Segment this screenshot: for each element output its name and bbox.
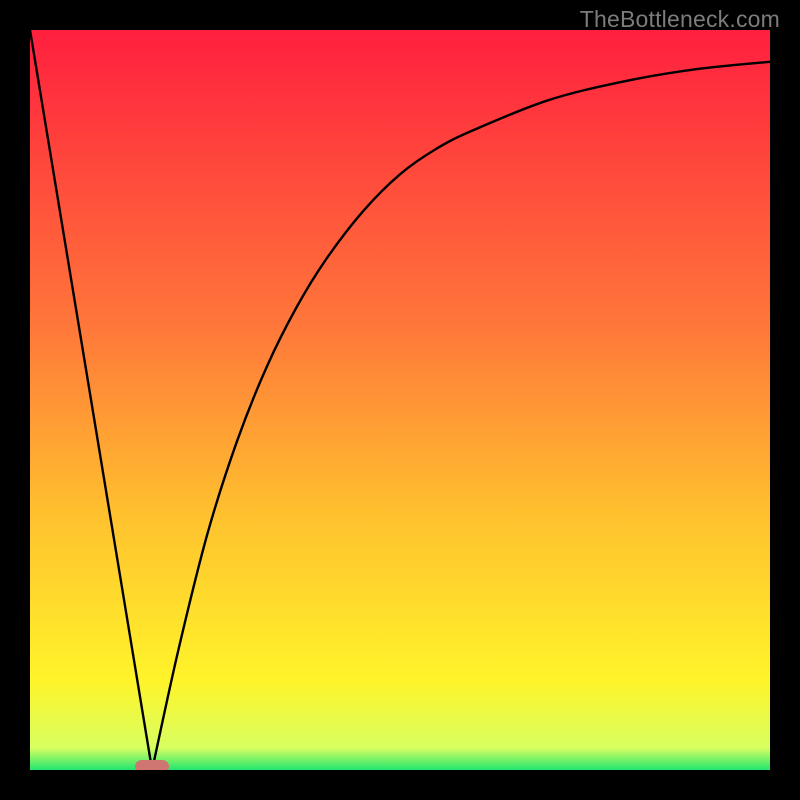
bottleneck-curve (30, 30, 770, 770)
chart-frame: TheBottleneck.com (0, 0, 800, 800)
plot-area (30, 30, 770, 770)
watermark-text: TheBottleneck.com (580, 6, 780, 33)
optimum-marker (135, 760, 168, 770)
